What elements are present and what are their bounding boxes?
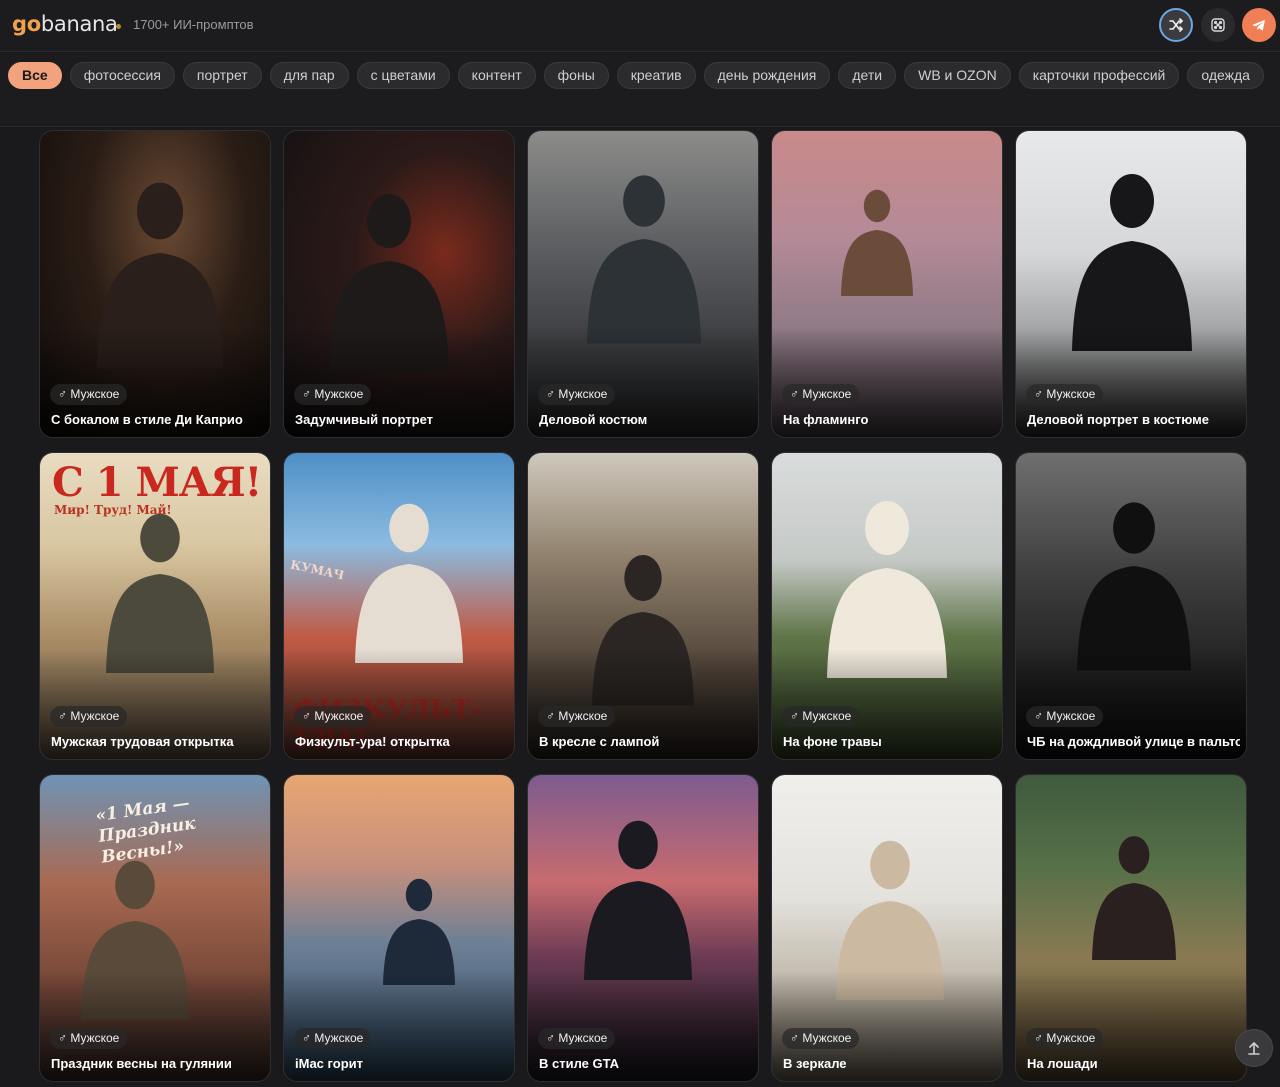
prompt-card[interactable]: ♂ Мужское Задумчивый портрет [283,130,515,438]
logo-go: go [12,12,41,36]
tag-chip[interactable]: фотосессия [69,62,175,89]
prompt-card[interactable]: КУМАЧФИЗКУЛЬТ-УРА!♂ МужскоеФизкульт-ура!… [283,452,515,760]
gender-badge: ♂ Мужское [782,1028,860,1049]
logo[interactable]: gobanana [12,12,118,36]
gender-badge: ♂ Мужское [1026,384,1104,405]
card-title: Мужская трудовая открытка [51,734,234,749]
dice-icon [1211,18,1225,32]
card-title: В кресле с лампой [539,734,660,749]
card-title: На фламинго [783,412,869,427]
tag-list: Все фотосессия портрет для пар с цветами конт… [8,62,1264,89]
card-title: В стиле GTA [539,1056,619,1071]
card-title: С бокалом в стиле Ди Каприо [51,412,243,427]
gender-badge: ♂ Мужское [1026,706,1104,727]
arrow-up-icon [1248,1041,1260,1055]
card-title: Праздник весны на гулянии [51,1056,232,1071]
gender-badge: ♂ Мужское [50,1028,128,1049]
gender-badge: ♂ Мужское [50,706,128,727]
gender-badge: ♂ Мужское [538,384,616,405]
card-title: На фоне травы [783,734,882,749]
card-title: iMac горит [295,1056,363,1071]
prompt-card[interactable]: ♂ Мужское С бокалом в стиле Ди Каприо [39,130,271,438]
tag-chip[interactable]: карточки профессий [1018,62,1180,89]
gender-badge: ♂ Мужское [538,706,616,727]
card-title: На лошади [1027,1056,1098,1071]
shuffle-button[interactable] [1159,8,1193,42]
prompt-card[interactable]: ♂ Мужское В зеркале [771,774,1003,1082]
prompt-count: 1700+ ИИ-промптов [133,17,254,32]
logo-banana: banana [40,12,118,36]
prompt-card[interactable]: ♂ Мужское На фоне травы [771,452,1003,760]
gender-badge: ♂ Мужское [538,1028,616,1049]
tag-chip[interactable]: креатив [616,62,696,89]
prompt-card[interactable]: С 1 МАЯ! Мир! Труд! Май! ♂ Мужское Мужская … [39,452,271,760]
top-bar: gobanana 1700+ ИИ-промптов [0,0,1280,52]
prompt-card[interactable]: ♂ Мужское iMac горит [283,774,515,1082]
prompt-card[interactable]: ♂ Мужское ЧБ на дождливой улице в пальто [1015,452,1247,760]
card-title: Задумчивый портрет [295,412,433,427]
tag-filter-bar: Все фотосессия портрет для пар с цветами конт… [0,53,1280,127]
tag-chip[interactable]: фоны [543,62,609,89]
prompt-card[interactable]: ♂ Мужское Деловой портрет в костюме [1015,130,1247,438]
gender-badge: ♂ Мужское [782,706,860,727]
tag-chip[interactable]: контент [457,62,536,89]
prompt-card[interactable]: «1 Мая — Праздник Весны!» ♂ Мужское Праздн… [39,774,271,1082]
logo-dot [116,24,121,29]
tag-chip[interactable]: для пар [269,62,349,89]
gender-badge: ♂ Мужское [782,384,860,405]
prompt-card[interactable]: ♂ Мужское В кресле с лампой [527,452,759,760]
poster-subtitle: Мир! Труд! Май! [54,503,172,517]
card-title: В зеркале [783,1056,847,1071]
card-title: Деловой портрет в костюме [1027,412,1210,427]
card-title: ЧБ на дождливой улице в пальто [1027,734,1240,749]
prompt-card[interactable]: ♂ Мужское На фламинго [771,130,1003,438]
prompt-grid: ♂ Мужское С бокалом в стиле Ди Каприо ♂ Му… [39,130,1247,1082]
scroll-to-top-button[interactable] [1235,1029,1273,1067]
random-button[interactable] [1201,8,1235,42]
gender-badge: ♂ Мужское [294,1028,372,1049]
gender-badge: ♂ Мужское [1026,1028,1104,1049]
prompt-card[interactable]: ♂ Мужское Деловой костюм [527,130,759,438]
poster-title-may-day: С 1 МАЯ! [52,459,262,506]
tag-chip[interactable]: день рождения [703,62,831,89]
card-title: Физкульт-ура! открытка [295,734,450,749]
gender-badge: ♂ Мужское [294,384,372,405]
prompt-card[interactable]: ♂ Мужское В стиле GTA [527,774,759,1082]
telegram-icon [1252,20,1265,31]
gender-badge: ♂ Мужское [294,706,372,727]
tag-chip[interactable]: с цветами [356,62,450,89]
tag-chip[interactable]: одежда [1187,62,1264,89]
shuffle-icon [1169,18,1184,32]
tag-chip[interactable]: WB и OZON [904,62,1011,89]
telegram-button[interactable] [1242,8,1276,42]
tag-chip[interactable]: портрет [182,62,262,89]
card-title: Деловой костюм [539,412,648,427]
tag-chip[interactable]: дети [838,62,897,89]
tag-chip-all[interactable]: Все [8,62,62,89]
prompt-card[interactable]: ♂ Мужское На лошади [1015,774,1247,1082]
gender-badge: ♂ Мужское [50,384,128,405]
